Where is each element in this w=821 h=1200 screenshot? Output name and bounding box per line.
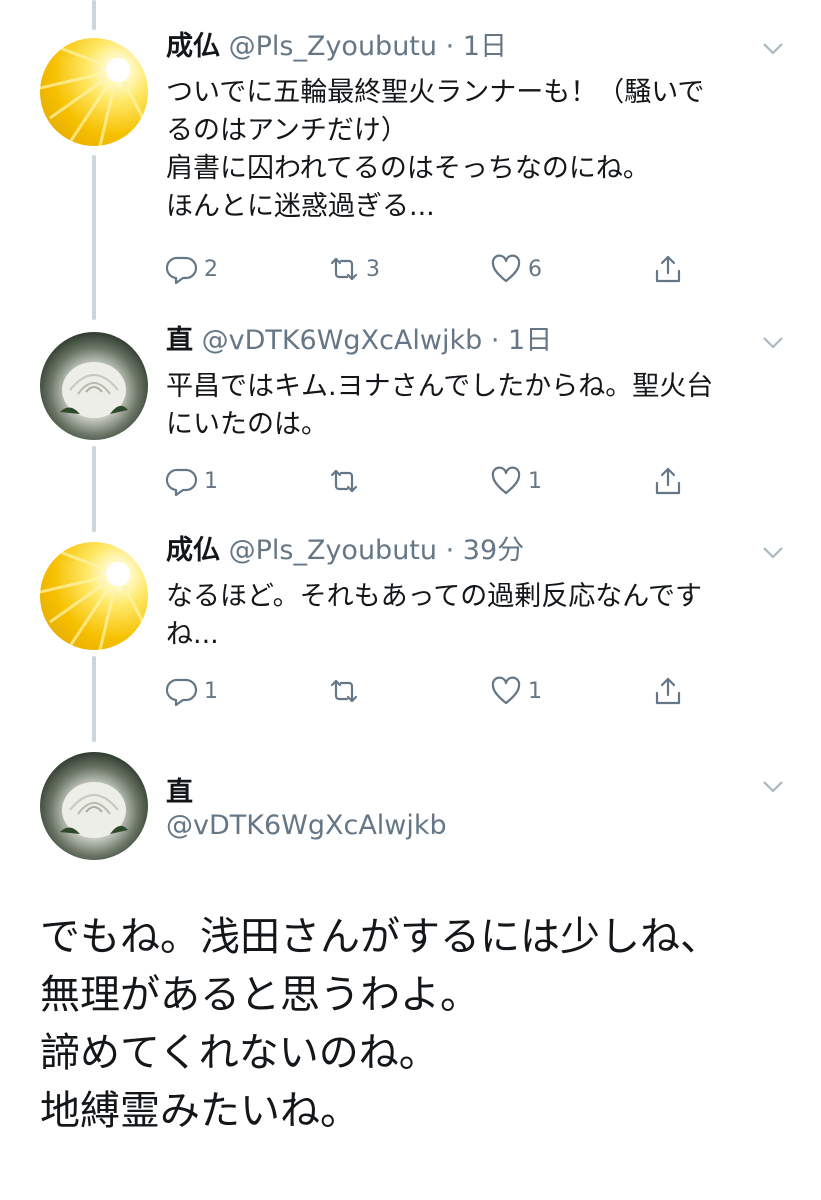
timestamp[interactable]: 1日	[508, 325, 552, 356]
timestamp[interactable]: 39分	[463, 535, 524, 566]
timestamp[interactable]: 1日	[463, 31, 507, 62]
reply-count: 1	[204, 678, 218, 704]
retweet-icon	[330, 257, 358, 281]
share-icon	[655, 255, 681, 283]
avatar[interactable]	[40, 332, 148, 440]
tweet-actions: 2 3 6	[166, 252, 726, 286]
tweet-header: 成仏 @Pls_Zyoubutu · 1日	[166, 30, 507, 64]
chevron-down-icon[interactable]	[762, 336, 784, 350]
tweet-actions: 1 1	[166, 464, 726, 498]
separator-dot: ·	[445, 535, 455, 566]
tweet-text: 平昌ではキム.ヨナさんでしたからね。聖火台 にいたのは。	[166, 368, 776, 444]
display-name[interactable]: 成仏	[166, 535, 220, 566]
share-icon	[655, 467, 681, 495]
white-rose-icon	[60, 362, 128, 418]
like-icon	[491, 676, 521, 705]
chevron-down-icon[interactable]	[762, 780, 784, 794]
tweet-text-line: ね...	[166, 619, 219, 650]
avatar[interactable]	[40, 542, 148, 650]
reply-button[interactable]: 1	[166, 464, 218, 498]
like-button[interactable]: 1	[490, 674, 542, 708]
white-rose-icon	[60, 782, 128, 838]
tweet[interactable]: 成仏 @Pls_Zyoubutu · 39分 なるほど。それもあっての過剰反応な…	[0, 534, 821, 744]
share-button[interactable]	[652, 674, 684, 708]
user-handle[interactable]: @vDTK6WgXcAlwjkb	[202, 325, 483, 356]
tweet-text-line: にいたのは。	[166, 409, 328, 440]
tweet-text-line: なるほど。それもあっての過剰反応なんです	[166, 581, 702, 612]
sun-icon	[40, 550, 148, 650]
display-name[interactable]: 直	[166, 770, 193, 809]
tweet-text-line: でもね。浅田さんがするには少しね、	[40, 914, 720, 960]
retweet-button[interactable]	[328, 674, 366, 708]
tweet-text-line: 無理があると思うわよ。	[40, 972, 480, 1018]
display-name[interactable]: 成仏	[166, 31, 220, 62]
sun-icon	[40, 46, 148, 146]
share-button[interactable]	[652, 464, 684, 498]
like-count: 6	[528, 256, 542, 282]
retweet-count: 3	[366, 256, 380, 282]
tweet-header: 成仏 @Pls_Zyoubutu · 39分	[166, 534, 524, 568]
tweet[interactable]: 直 @vDTK6WgXcAlwjkb · 1日 平昌ではキム.ヨナさんでしたから…	[0, 324, 821, 534]
chevron-down-icon[interactable]	[762, 42, 784, 56]
chevron-down-icon[interactable]	[762, 546, 784, 560]
like-icon	[491, 466, 521, 495]
tweet-text-line: 地縛霊みたいね。	[40, 1088, 360, 1134]
main-tweet-text: でもね。浅田さんがするには少しね、 無理があると思うわよ。 諦めてくれないのね。…	[40, 908, 800, 1140]
retweet-icon	[330, 469, 358, 493]
reply-count: 1	[204, 468, 218, 494]
main-tweet[interactable]: 直 @vDTK6WgXcAlwjkb でもね。浅田さんがするには少しね、 無理が…	[0, 744, 821, 1200]
tweet-text-line: ついでに五輪最終聖火ランナーも！（騒いで	[166, 77, 705, 108]
like-count: 1	[528, 468, 542, 494]
user-handle[interactable]: @vDTK6WgXcAlwjkb	[166, 810, 447, 841]
retweet-button[interactable]	[328, 464, 366, 498]
separator-dot: ·	[445, 31, 455, 62]
user-handle[interactable]: @Pls_Zyoubutu	[229, 535, 437, 566]
avatar[interactable]	[40, 38, 148, 146]
share-button[interactable]	[652, 252, 684, 286]
reply-count: 2	[204, 256, 218, 282]
like-count: 1	[528, 678, 542, 704]
tweet-text-line: るのはアンチだけ）	[166, 115, 408, 146]
tweet-text-line: 諦めてくれないのね。	[40, 1030, 439, 1076]
retweet-icon	[330, 679, 358, 703]
avatar[interactable]	[40, 752, 148, 860]
like-button[interactable]: 6	[490, 252, 542, 286]
reply-icon	[166, 256, 198, 285]
reply-button[interactable]: 1	[166, 674, 218, 708]
reply-icon	[166, 468, 198, 497]
display-name[interactable]: 直	[166, 325, 193, 356]
tweet-text-line: ほんとに迷惑過ぎる...	[166, 191, 435, 222]
tweet-text-line: 肩書に囚われてるのはそっちなのにね。	[166, 153, 650, 184]
separator-dot: ·	[490, 325, 500, 356]
tweet-text-line: 平昌ではキム.ヨナさんでしたからね。聖火台	[166, 371, 714, 402]
reply-icon	[166, 678, 198, 707]
reply-button[interactable]: 2	[166, 252, 218, 286]
tweet-text: ついでに五輪最終聖火ランナーも！（騒いで るのはアンチだけ） 肩書に囚われてるの…	[166, 74, 776, 226]
retweet-button[interactable]: 3	[328, 252, 380, 286]
tweet[interactable]: 成仏 @Pls_Zyoubutu · 1日 ついでに五輪最終聖火ランナーも！（騒…	[0, 30, 821, 320]
user-handle[interactable]: @Pls_Zyoubutu	[229, 31, 437, 62]
tweet-actions: 1 1	[166, 674, 726, 708]
tweet-text: なるほど。それもあっての過剰反応なんです ね...	[166, 578, 776, 654]
like-icon	[491, 254, 521, 283]
like-button[interactable]: 1	[490, 464, 542, 498]
thread-line	[92, 0, 96, 30]
tweet-header: 直 @vDTK6WgXcAlwjkb · 1日	[166, 324, 552, 358]
share-icon	[655, 677, 681, 705]
